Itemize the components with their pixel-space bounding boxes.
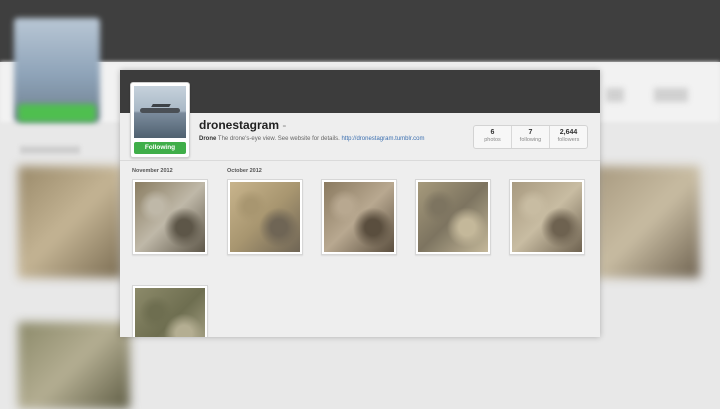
background-month-label [20, 146, 80, 154]
background-topbar [0, 0, 720, 62]
stat-label: followers [557, 137, 580, 143]
stats-box: 6 photos 7 following 2,644 followers [473, 125, 588, 149]
month-label: November 2012 [132, 168, 173, 174]
background-photo [596, 166, 700, 278]
stat-value: 6 [490, 129, 495, 136]
photo-tile[interactable] [509, 179, 585, 255]
photo-thumbnail [135, 182, 205, 252]
photo-tile[interactable] [227, 179, 303, 255]
month-label: October 2012 [227, 168, 262, 174]
stat-label: following [519, 137, 542, 143]
background-stat [606, 88, 624, 102]
photo-thumbnail [230, 182, 300, 252]
background-follow-button [18, 104, 96, 122]
menu-dash[interactable]: - [282, 118, 286, 132]
bio: Drone The drone's-eye view. See website … [199, 136, 425, 142]
background-photo [18, 322, 130, 409]
divider [120, 160, 600, 161]
header-bar [120, 70, 600, 113]
photo-thumbnail [324, 182, 394, 252]
stat-photos[interactable]: 6 photos [474, 126, 511, 148]
stat-followers[interactable]: 2,644 followers [549, 126, 587, 148]
photo-tile[interactable] [132, 179, 208, 255]
stat-label: photos [484, 137, 501, 143]
profile-modal: Following dronestagram - Drone The drone… [120, 70, 600, 337]
photo-tile[interactable] [132, 285, 208, 337]
following-button[interactable]: Following [134, 142, 186, 154]
photo-thumbnail [512, 182, 582, 252]
photo-tile[interactable] [321, 179, 397, 255]
photo-thumbnail [418, 182, 488, 252]
username-text: dronestagram [199, 118, 280, 132]
website-link[interactable]: http://dronestagram.tumblr.com [341, 136, 424, 142]
bio-text: The drone's-eye view. See website for de… [216, 136, 342, 142]
profile-header: Following dronestagram - Drone The drone… [120, 82, 600, 161]
username: dronestagram - [199, 118, 286, 132]
background-stat [654, 88, 688, 102]
stat-value: 7 [528, 129, 533, 136]
photo-tile[interactable] [415, 179, 491, 255]
avatar-card[interactable]: Following [130, 82, 190, 158]
drone-wing [151, 104, 171, 107]
drone-icon [140, 108, 180, 113]
stat-following[interactable]: 7 following [511, 126, 549, 148]
display-name: Drone [199, 136, 217, 142]
stat-value: 2,644 [559, 129, 578, 136]
photo-thumbnail [135, 288, 205, 337]
avatar [134, 86, 186, 138]
background-photo [18, 166, 122, 278]
